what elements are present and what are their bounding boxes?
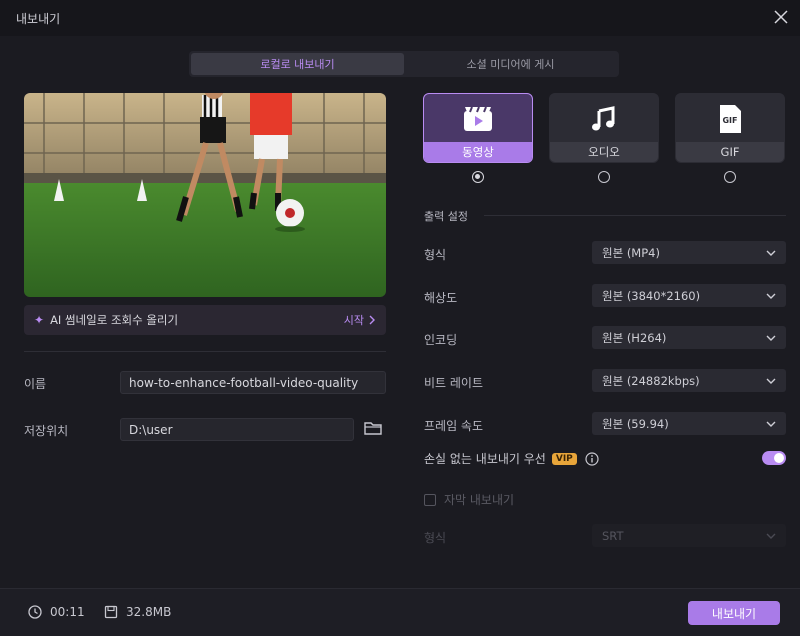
framerate-value: 원본 (59.94) (602, 416, 669, 431)
gif-radio[interactable] (724, 171, 736, 183)
export-button[interactable]: 내보내기 (688, 601, 780, 625)
location-label: 저장위치 (24, 424, 69, 438)
ai-banner-label: AI 썸네일로 조회수 올리기 (50, 313, 179, 327)
file-name-input[interactable] (120, 371, 386, 394)
subtitle-format-value: SRT (602, 528, 624, 543)
gif-type-label: GIF (676, 142, 784, 162)
bitrate-select[interactable]: 원본 (24882kbps) (592, 369, 786, 392)
duration-value: 00:11 (50, 605, 85, 619)
save-location-input[interactable] (120, 418, 354, 441)
subtitle-export-row: 자막 내보내기 (424, 491, 514, 508)
chevron-down-icon (766, 533, 776, 539)
subtitle-format-select[interactable]: SRT (592, 524, 786, 547)
chevron-down-icon (766, 293, 776, 299)
vip-badge: VIP (551, 452, 577, 465)
encoding-value: 원본 (H264) (602, 330, 667, 345)
tab-local-export[interactable]: 로컬로 내보내기 (191, 53, 404, 75)
duration-info: 00:11 (28, 605, 85, 619)
ai-thumbnail-banner[interactable]: ✦ AI 썸네일로 조회수 올리기 시작 (24, 305, 386, 335)
chevron-down-icon (766, 421, 776, 427)
lossless-label: 손실 없는 내보내기 우선 (424, 452, 546, 466)
encoding-label: 인코딩 (424, 333, 458, 347)
output-settings-title: 출력 설정 (424, 210, 468, 223)
svg-text:GIF: GIF (722, 116, 737, 125)
video-thumbnail (24, 93, 386, 297)
subtitle-format-label: 형식 (424, 531, 447, 545)
resolution-select[interactable]: 원본 (3840*2160) (592, 284, 786, 307)
ai-start-link[interactable]: 시작 (344, 312, 364, 328)
chevron-right-icon (369, 315, 375, 325)
chevron-down-icon (766, 250, 776, 256)
audio-radio[interactable] (598, 171, 610, 183)
framerate-label: 프레임 속도 (424, 419, 484, 433)
name-label: 이름 (24, 377, 47, 391)
video-type-label: 동영상 (424, 142, 532, 162)
chevron-down-icon (766, 335, 776, 341)
video-icon (464, 106, 492, 131)
export-tabs: 로컬로 내보내기 소셜 미디어에 게시 (189, 51, 619, 77)
export-type-gif[interactable]: GIF GIF (675, 93, 785, 163)
format-select[interactable]: 원본 (MP4) (592, 241, 786, 264)
lossless-export-row: 손실 없는 내보내기 우선 VIP (424, 450, 599, 467)
divider (484, 215, 786, 216)
resolution-label: 해상도 (424, 291, 458, 305)
resolution-value: 원본 (3840*2160) (602, 288, 701, 303)
export-type-audio[interactable]: 오디오 (549, 93, 659, 163)
format-label: 형식 (424, 248, 447, 262)
window-title: 내보내기 (16, 12, 61, 26)
file-size-value: 32.8MB (126, 605, 172, 619)
close-icon[interactable] (770, 6, 792, 28)
music-icon (592, 106, 615, 131)
subtitle-export-label: 자막 내보내기 (444, 493, 515, 507)
clock-icon (28, 605, 42, 619)
bitrate-label: 비트 레이트 (424, 376, 484, 390)
export-type-video[interactable]: 동영상 (423, 93, 533, 163)
chevron-down-icon (766, 378, 776, 384)
subtitle-export-checkbox[interactable] (424, 493, 436, 506)
lossless-toggle[interactable] (762, 451, 786, 465)
info-icon[interactable] (585, 451, 599, 466)
title-bar: 내보내기 (0, 0, 800, 36)
bitrate-value: 원본 (24882kbps) (602, 373, 700, 388)
footer-bar: 00:11 32.8MB 내보내기 (0, 588, 800, 636)
sparkle-icon: ✦ (34, 313, 45, 327)
video-preview (24, 93, 386, 297)
video-radio[interactable] (472, 171, 484, 183)
tab-social-media[interactable]: 소셜 미디어에 게시 (404, 53, 617, 75)
gif-icon: GIF (720, 105, 741, 133)
size-info: 32.8MB (104, 605, 171, 619)
audio-type-label: 오디오 (550, 142, 658, 162)
save-icon (104, 605, 118, 619)
format-value: 원본 (MP4) (602, 245, 660, 260)
folder-icon[interactable] (364, 420, 384, 438)
encoding-select[interactable]: 원본 (H264) (592, 326, 786, 349)
divider (24, 351, 386, 352)
framerate-select[interactable]: 원본 (59.94) (592, 412, 786, 435)
